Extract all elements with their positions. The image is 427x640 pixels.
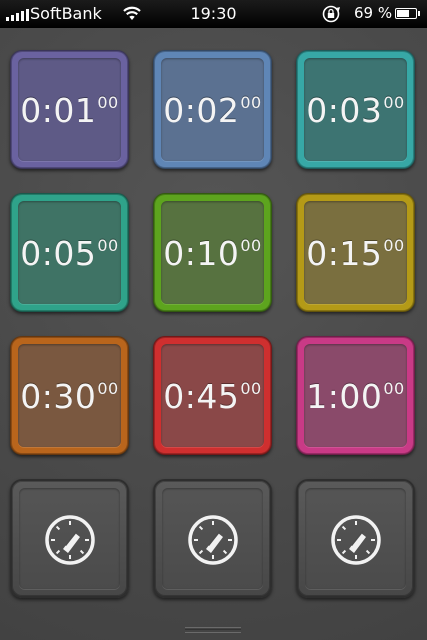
timer-duration: 0:01: [20, 91, 97, 130]
stopwatch-icon: [188, 515, 238, 565]
stopwatch-icon: [331, 515, 381, 565]
timer-label: 0:0100: [11, 91, 128, 130]
timer-button[interactable]: 0:0100: [10, 50, 129, 169]
drawer-handle[interactable]: [185, 627, 241, 633]
timer-label: 0:1000: [154, 234, 271, 273]
timer-duration: 0:45: [163, 377, 240, 416]
timer-duration: 1:00: [306, 377, 383, 416]
timer-label: 0:1500: [297, 234, 414, 273]
timer-button[interactable]: 0:1000: [153, 193, 272, 312]
timer-duration: 0:05: [20, 234, 97, 273]
timer-seconds: 00: [383, 379, 405, 398]
timer-button[interactable]: 0:1500: [296, 193, 415, 312]
timer-seconds: 00: [383, 93, 405, 112]
orientation-lock-icon: [321, 5, 341, 27]
battery-percentage: 69 %: [354, 4, 393, 22]
timer-button[interactable]: 0:0200: [153, 50, 272, 169]
stopwatch-button[interactable]: [296, 479, 415, 598]
timer-duration: 0:03: [306, 91, 383, 130]
timer-seconds: 00: [383, 236, 405, 255]
timer-seconds: 00: [240, 93, 262, 112]
timer-duration: 0:02: [163, 91, 240, 130]
timer-button[interactable]: 0:0300: [296, 50, 415, 169]
stopwatch-button[interactable]: [10, 479, 129, 598]
timer-label: 1:0000: [297, 377, 414, 416]
timer-label: 0:0300: [297, 91, 414, 130]
timer-duration: 0:10: [163, 234, 240, 273]
timer-seconds: 00: [240, 236, 262, 255]
timer-grid: 0:0100 0:0200 0:0300 0:0500 0:1000 0:1500 0:30…: [10, 50, 418, 598]
timer-seconds: 00: [97, 379, 119, 398]
status-bar: SoftBank 19:30 69 %: [0, 0, 427, 28]
timer-label: 0:0200: [154, 91, 271, 130]
screen: SoftBank 19:30 69 % 0:0100 0:0200 0:0300 0:…: [0, 0, 427, 640]
timer-button[interactable]: 0:4500: [153, 336, 272, 455]
stopwatch-icon: [45, 515, 95, 565]
timer-button[interactable]: 0:0500: [10, 193, 129, 312]
timer-button[interactable]: 1:0000: [296, 336, 415, 455]
timer-duration: 0:15: [306, 234, 383, 273]
timer-label: 0:3000: [11, 377, 128, 416]
timer-label: 0:4500: [154, 377, 271, 416]
timer-duration: 0:30: [20, 377, 97, 416]
stopwatch-button[interactable]: [153, 479, 272, 598]
timer-seconds: 00: [240, 379, 262, 398]
timer-seconds: 00: [97, 236, 119, 255]
timer-seconds: 00: [97, 93, 119, 112]
battery-icon: [395, 8, 420, 19]
timer-label: 0:0500: [11, 234, 128, 273]
timer-button[interactable]: 0:3000: [10, 336, 129, 455]
